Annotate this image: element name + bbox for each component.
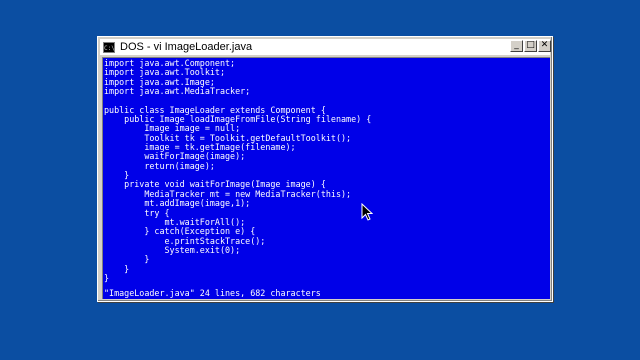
code-line: import java.awt.MediaTracker; (104, 86, 251, 97)
desktop: C:\ DOS - vi ImageLoader.java _ □ ✕ impo… (0, 0, 640, 360)
maximize-button[interactable]: □ (524, 40, 537, 52)
title-bar[interactable]: C:\ DOS - vi ImageLoader.java _ □ ✕ (100, 39, 551, 55)
code-line: return(image); (104, 160, 215, 171)
close-button[interactable]: ✕ (538, 40, 551, 52)
code-line: } (104, 272, 110, 283)
code-line: } (104, 263, 130, 274)
dos-window: C:\ DOS - vi ImageLoader.java _ □ ✕ impo… (97, 36, 553, 302)
mouse-pointer-icon (361, 203, 373, 221)
code-lines: import java.awt.Component; import java.aw… (104, 58, 371, 283)
dos-prompt-icon[interactable]: C:\ (103, 41, 115, 53)
minimize-button[interactable]: _ (510, 40, 523, 52)
window-title: DOS - vi ImageLoader.java (120, 41, 253, 53)
vi-status-line: "ImageLoader.java" 24 lines, 682 charact… (104, 288, 321, 298)
vi-editor-console[interactable]: import java.awt.Component; import java.aw… (102, 57, 550, 299)
code-line: } (104, 254, 150, 265)
